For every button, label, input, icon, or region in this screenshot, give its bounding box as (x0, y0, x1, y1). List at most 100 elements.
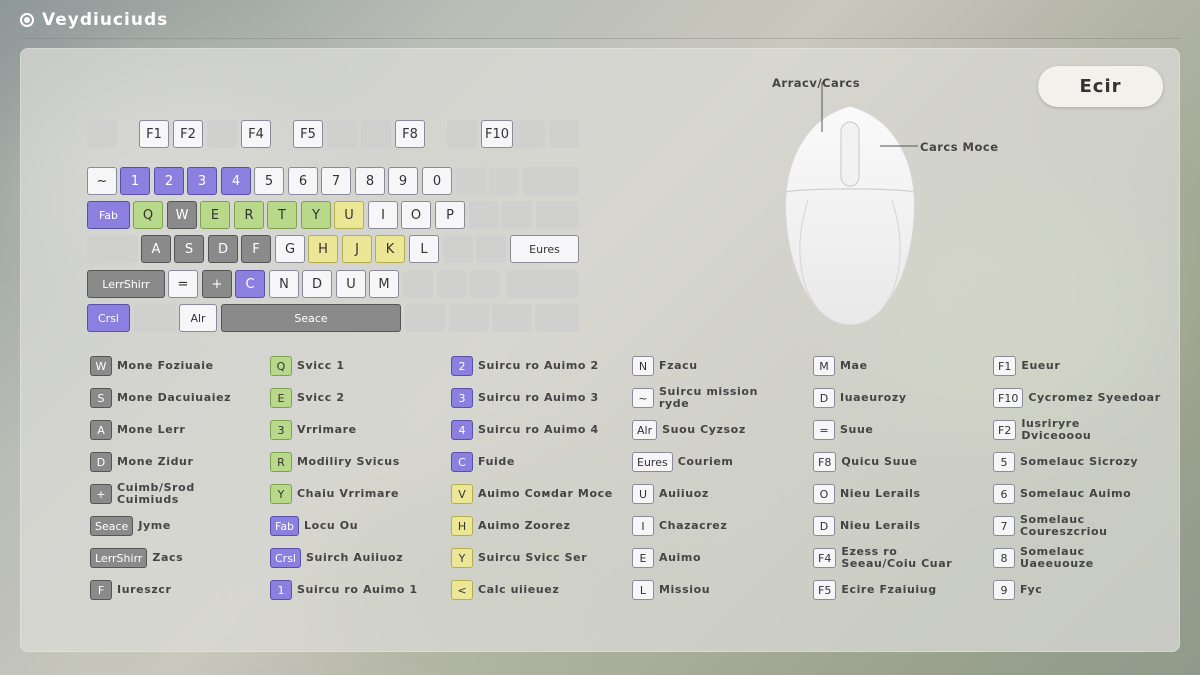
legend-item: N Fzacu (632, 355, 698, 377)
key-f5: F5 (293, 120, 323, 148)
key-8: 8 (355, 167, 385, 195)
key-t: T (267, 201, 297, 229)
legend-item: 1 Suircu ro Auimo 1 (270, 579, 418, 601)
legend-key: R (270, 452, 292, 472)
key-tilde: ~ (87, 167, 117, 195)
key-s: S (174, 235, 204, 263)
legend-item: V Auimo Coмdar Moce (451, 483, 613, 505)
legend-label: Jyme (138, 519, 171, 532)
key-o: O (401, 201, 431, 229)
key-shift: LerrShirr (87, 270, 165, 298)
legend-label: Svicc 2 (297, 391, 345, 404)
key-1: 1 (120, 167, 150, 195)
legend-item: H Auimo Zoorez (451, 515, 571, 537)
legend-item: 4 Suircu ro Auimo 4 (451, 419, 599, 441)
legend-label: Mone Lerr (117, 423, 186, 436)
key-i: I (368, 201, 398, 229)
legend-label: Suircu ro Auimo 2 (478, 359, 599, 372)
key-p: P (435, 201, 465, 229)
legend-key: U (632, 484, 654, 504)
legend-item: Y Suircu Svicc Ser (451, 547, 587, 569)
legend-label: Auimo Coмdar Moce (478, 487, 613, 500)
legend-item: F10 Cycromez Syeedoar (993, 387, 1161, 409)
key-w: W (167, 201, 197, 229)
key-7: 7 (321, 167, 351, 195)
legend-key: 3 (270, 420, 292, 440)
legend-label: Chaiu Vrrimare (297, 487, 400, 500)
legend-item: Alr Suou Cyzsoz (632, 419, 746, 441)
legend-item: F1 Eueur (993, 355, 1060, 377)
legend-label: Auiiuoz (659, 487, 709, 500)
key-right-alt (405, 304, 445, 332)
legend-label: Ezess ro Seeau/Coiu Cuar (841, 545, 953, 570)
header-divider (20, 38, 1180, 39)
key-comma (403, 270, 433, 298)
mouse-left-label: Arracv/Carcs (772, 76, 861, 90)
legend-label: Ecire Fzaiuiug (841, 583, 937, 596)
legend-item: < Calc uiieuez (451, 579, 559, 601)
key-0: 0 (422, 167, 452, 195)
legend-key: D (813, 388, 835, 408)
legend-key: 6 (993, 484, 1015, 504)
key-n: U (336, 270, 366, 298)
legend-label: Iuaeurozy (840, 391, 907, 404)
legend-item: F8 Quicu Suue (813, 451, 918, 473)
legend-item: 7 Somelauc Coureszcriou (993, 514, 1146, 538)
legend-label: Suircu ro Auimo 4 (478, 423, 599, 436)
key-3: 3 (187, 167, 217, 195)
legend-key: Q (270, 356, 292, 376)
legend-label: Somelauc Auimo (1020, 487, 1132, 500)
legend-item: U Auiiuoz (632, 483, 709, 505)
legend-label: Quicu Suue (841, 455, 918, 468)
legend-item: Fab Locu Ou (270, 515, 358, 537)
key-u: U (334, 201, 364, 229)
legend-key: Y (451, 548, 473, 568)
key-f9 (447, 120, 477, 148)
key-right-ctrl (535, 304, 579, 332)
legend-label: Svicc 1 (297, 359, 345, 372)
legend-key: F8 (813, 452, 837, 472)
legend-key: 2 (451, 356, 473, 376)
key-j: J (342, 235, 372, 263)
legend-label: Iureszcr (117, 583, 172, 596)
legend-label: Suircu ro Auimo 1 (297, 583, 418, 596)
legend-item: = Suue (813, 419, 873, 441)
legend-label: Suircu Svicc Ser (478, 551, 588, 564)
legend-key: 1 (270, 580, 292, 600)
legend-key: LerrShirr (90, 548, 148, 568)
legend-item: E Auimo (632, 547, 701, 569)
legend-key: S (90, 388, 112, 408)
logo-icon (20, 13, 34, 27)
legend-item: C Fuide (451, 451, 515, 473)
key-capslock (87, 235, 138, 263)
legend-label: Fyc (1020, 583, 1043, 596)
key-c: C (235, 270, 265, 298)
legend-item: S Mone Dacuiuaiez (90, 387, 231, 409)
exit-button[interactable]: Ecir (1038, 66, 1163, 107)
legend-item: 9 Fyc (993, 579, 1042, 601)
legend-key: V (451, 484, 473, 504)
key-backspace (523, 167, 579, 195)
legend-item: R Modiliry Svicus (270, 451, 400, 473)
legend-item: Seace Jyme (90, 515, 171, 537)
key-d: D (208, 235, 238, 263)
key-equals (489, 167, 519, 195)
key-fn (449, 304, 489, 332)
legend-label: Mae (840, 359, 868, 372)
legend-item: M Mae (813, 355, 868, 377)
key-f: F (241, 235, 271, 263)
legend-label: Suou Cyzsoz (662, 423, 746, 436)
key-bracket-r (502, 201, 532, 229)
key-r: R (234, 201, 264, 229)
key-9: 9 (388, 167, 418, 195)
legend-key: O (813, 484, 835, 504)
legend-item: O Nieu Lerails (813, 483, 921, 505)
legend-item: 6 Somelauc Auimo (993, 483, 1131, 505)
key-period (437, 270, 467, 298)
legend-key: H (451, 516, 473, 536)
legend-label: Suue (840, 423, 874, 436)
legend-key: E (632, 548, 654, 568)
legend-key: Fab (270, 516, 300, 536)
legend-item: 3 Suircu ro Auimo 3 (451, 387, 599, 409)
legend-key: Alr (632, 420, 658, 440)
